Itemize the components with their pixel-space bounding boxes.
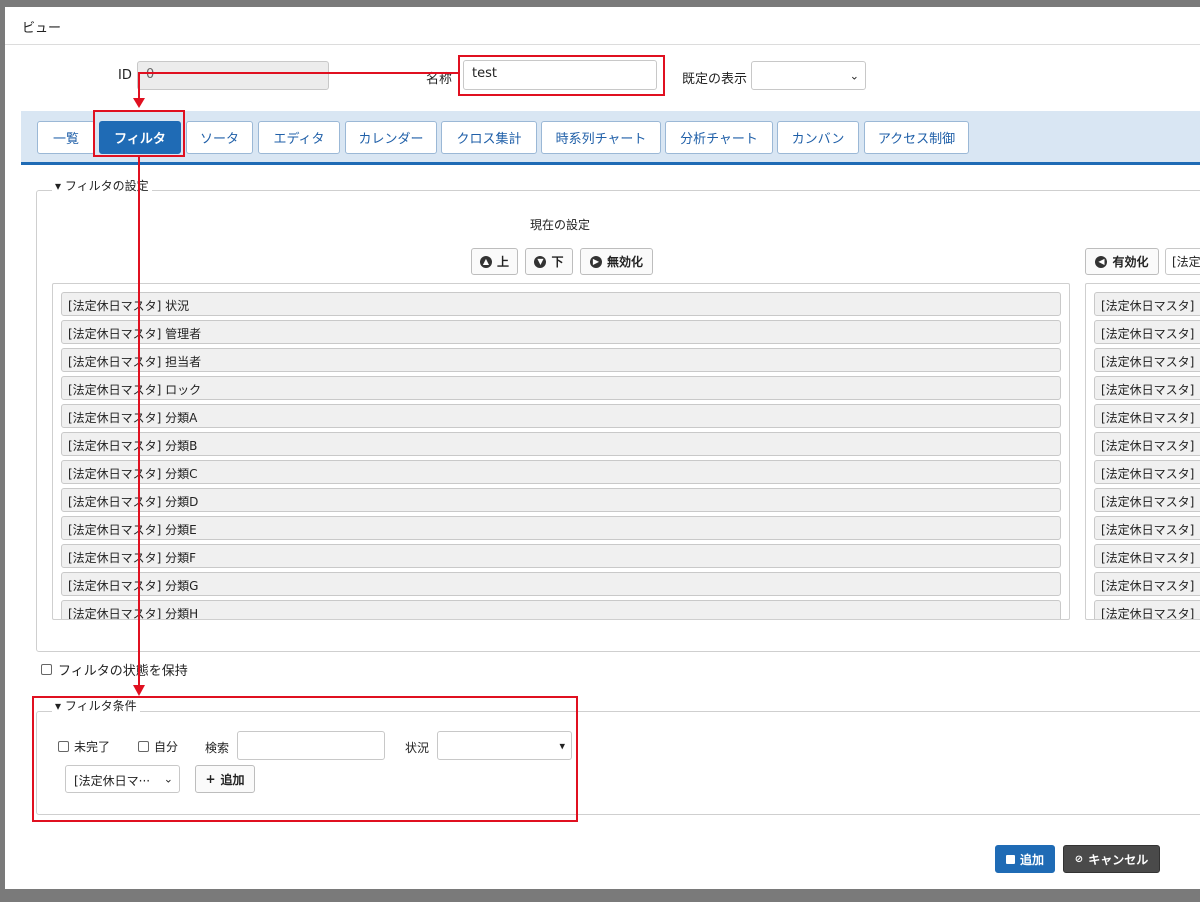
name-field[interactable]: test <box>463 60 657 90</box>
search-label: 検索 <box>205 741 230 755</box>
list-item[interactable]: [法定休日マスタ] <box>1094 404 1200 428</box>
default-view-label: 既定の表示 <box>682 72 748 87</box>
id-label: ID <box>118 68 132 83</box>
disable-button[interactable]: ▶ 無効化 <box>580 248 653 275</box>
view-dialog: ビュー ID 0 名称 test 既定の表示 ⌄ 一覧 フィルタ ソータ エディ… <box>5 7 1200 889</box>
list-item[interactable]: [法定休日マスタ] 管理者 <box>61 320 1061 344</box>
dialog-title: ビュー <box>5 7 1200 45</box>
tab-editor[interactable]: エディタ <box>258 121 340 154</box>
filter-settings-legend[interactable]: ▾ フィルタの設定 <box>52 177 152 194</box>
list-item[interactable]: [法定休日マスタ] <box>1094 600 1200 619</box>
list-item[interactable]: [法定休日マスタ] <box>1094 460 1200 484</box>
tab-calendar[interactable]: カレンダー <box>345 121 437 154</box>
move-down-button[interactable]: ▼ 下 <box>525 248 573 275</box>
status-select[interactable]: ▾ <box>437 731 572 760</box>
disable-circle-icon: ▶ <box>589 255 602 268</box>
filter-conditions-legend[interactable]: ▾ フィルタ条件 <box>52 697 140 714</box>
list-item[interactable]: [法定休日マスタ] 分類H <box>61 600 1061 619</box>
name-label: 名称 <box>426 72 453 87</box>
move-up-button[interactable]: ▲ 上 <box>471 248 518 275</box>
tab-crosstab[interactable]: クロス集計 <box>441 121 537 154</box>
list-item[interactable]: [法定休日マスタ] 分類F <box>61 544 1061 568</box>
current-settings-heading: 現在の設定 <box>530 218 591 232</box>
list-item[interactable]: [法定休日マスタ] 状況 <box>61 292 1061 316</box>
tab-bar: 一覧 フィルタ ソータ エディタ カレンダー クロス集計 時系列チャート 分析チ… <box>21 111 1200 165</box>
cancel-button[interactable]: ⊘ キャンセル <box>1063 845 1160 873</box>
up-circle-icon: ▲ <box>479 255 492 268</box>
self-label: 自分 <box>154 740 179 754</box>
id-field: 0 <box>137 61 329 90</box>
list-item[interactable]: [法定休日マスタ] <box>1094 348 1200 372</box>
keep-state-label: フィルタの状態を保持 <box>58 664 188 679</box>
current-filter-list[interactable]: [法定休日マスタ] 状況 [法定休日マスタ] 管理者 [法定休日マスタ] 担当者… <box>52 283 1070 620</box>
caret-down-icon: ▾ <box>55 179 62 193</box>
list-item[interactable]: [法定休日マスタ] <box>1094 376 1200 400</box>
list-item[interactable]: [法定休日マスタ] <box>1094 292 1200 316</box>
filter-conditions-fieldset <box>36 711 1200 815</box>
list-item[interactable]: [法定休日マスタ] 分類A <box>61 404 1061 428</box>
caret-down-icon: ▾ <box>55 699 62 713</box>
incomplete-option[interactable]: 未完了 <box>58 738 110 755</box>
self-option[interactable]: 自分 <box>138 738 178 755</box>
tab-kanban[interactable]: カンバン <box>777 121 859 154</box>
list-item[interactable]: [法定休日マスタ] 担当者 <box>61 348 1061 372</box>
default-view-select[interactable]: ⌄ <box>751 61 866 90</box>
column-select[interactable]: [法定休日マ··· ⌄ <box>65 765 180 793</box>
add-button[interactable]: 追加 <box>995 845 1055 873</box>
incomplete-label: 未完了 <box>74 740 111 754</box>
self-checkbox[interactable] <box>138 741 149 752</box>
available-filter-list[interactable]: [法定休日マスタ] [法定休日マスタ] [法定休日マスタ] [法定休日マスタ] … <box>1085 283 1200 620</box>
arrow-down-icon <box>133 98 145 108</box>
list-item[interactable]: [法定休日マスタ] <box>1094 432 1200 456</box>
enable-button[interactable]: ◀ 有効化 <box>1085 248 1159 275</box>
list-item[interactable]: [法定休日マスタ] <box>1094 488 1200 512</box>
incomplete-checkbox[interactable] <box>58 741 69 752</box>
list-item[interactable]: [法定休日マスタ] <box>1094 544 1200 568</box>
cancel-icon: ⊘ <box>1074 853 1084 865</box>
arrow-down-icon <box>133 685 145 696</box>
plus-icon: + <box>205 772 216 786</box>
list-item[interactable]: [法定休日マスタ] 分類G <box>61 572 1061 596</box>
available-search-input[interactable]: [法定 <box>1165 248 1200 275</box>
save-icon <box>1005 854 1015 864</box>
keep-state-checkbox[interactable] <box>41 664 52 675</box>
down-circle-icon: ▼ <box>534 255 547 268</box>
list-item[interactable]: [法定休日マスタ] 分類B <box>61 432 1061 456</box>
list-item[interactable]: [法定休日マスタ] <box>1094 516 1200 540</box>
column-select-value: [法定休日マ··· <box>74 774 151 788</box>
keep-state-option[interactable]: フィルタの状態を保持 <box>41 660 188 679</box>
status-label: 状況 <box>405 741 430 755</box>
chevron-down-icon: ⌄ <box>163 772 173 786</box>
tab-access-control[interactable]: アクセス制御 <box>864 121 969 154</box>
tab-timeseries-chart[interactable]: 時系列チャート <box>541 121 661 154</box>
tab-list[interactable]: 一覧 <box>37 121 95 154</box>
list-item[interactable]: [法定休日マスタ] <box>1094 572 1200 596</box>
list-item[interactable]: [法定休日マスタ] 分類E <box>61 516 1061 540</box>
add-condition-button[interactable]: + 追加 <box>195 765 255 793</box>
list-item[interactable]: [法定休日マスタ] 分類D <box>61 488 1061 512</box>
caret-down-icon: ▾ <box>559 739 565 752</box>
list-item[interactable]: [法定休日マスタ] <box>1094 320 1200 344</box>
list-item[interactable]: [法定休日マスタ] 分類C <box>61 460 1061 484</box>
chevron-down-icon: ⌄ <box>849 69 859 82</box>
search-input[interactable] <box>237 731 385 760</box>
tab-filter[interactable]: フィルタ <box>99 121 181 154</box>
tab-sorter[interactable]: ソータ <box>186 121 253 154</box>
list-item[interactable]: [法定休日マスタ] ロック <box>61 376 1061 400</box>
enable-circle-icon: ◀ <box>1095 255 1108 268</box>
tab-analysis-chart[interactable]: 分析チャート <box>665 121 773 154</box>
